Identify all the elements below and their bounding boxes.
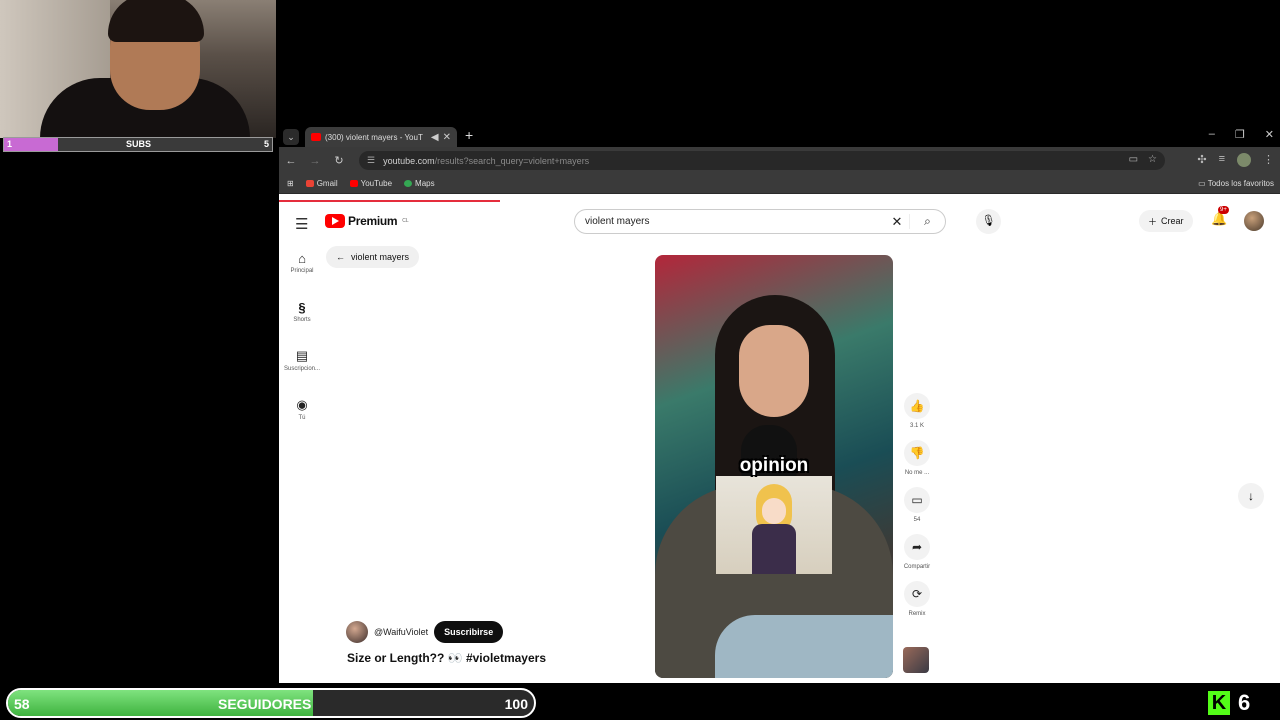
search-query: violent mayers bbox=[585, 216, 650, 227]
like-icon: 👍 bbox=[904, 393, 930, 419]
dislike-button[interactable]: 👎 No me ... bbox=[897, 440, 937, 478]
kick-viewer-count: K 6 bbox=[1208, 690, 1250, 716]
browser-toolbar: ← → ↻ ☰ youtube.com/results?search_query… bbox=[279, 147, 1280, 174]
minimize-button[interactable]: – bbox=[1209, 128, 1215, 141]
share-button[interactable]: ➦ Compartir bbox=[897, 534, 937, 572]
restore-button[interactable]: ❐ bbox=[1235, 128, 1245, 141]
back-to-search-chip[interactable]: ← violent mayers bbox=[326, 246, 420, 268]
comments-button[interactable]: ▭ 54 bbox=[897, 487, 937, 525]
voice-search-mic-icon[interactable]: 🎙 bbox=[976, 209, 1001, 234]
folder-icon: ▭ bbox=[1198, 179, 1208, 188]
browser-window: ⌄ (300) violent mayers - YouT ◀ ✕ + – ❐ … bbox=[279, 126, 1280, 683]
window-controls: – ❐ ✕ bbox=[1209, 128, 1274, 141]
tab-search-dropdown[interactable]: ⌄ bbox=[283, 129, 299, 145]
bookmark-youtube[interactable]: YouTube bbox=[349, 179, 392, 188]
channel-avatar[interactable] bbox=[346, 621, 368, 643]
sidebar-item-home[interactable]: ⌂ Principal bbox=[279, 251, 325, 274]
bookmark-maps[interactable]: Maps bbox=[404, 179, 435, 188]
youtube-play-icon bbox=[325, 214, 345, 228]
plus-icon: ＋ bbox=[1148, 216, 1158, 227]
clear-search-icon[interactable]: ✕ bbox=[885, 214, 909, 230]
tab-title: (300) violent mayers - YouT bbox=[325, 132, 423, 142]
followers-goal-bar: 58 SEGUIDORES 100 bbox=[6, 688, 536, 718]
bookmark-gmail[interactable]: Gmail bbox=[305, 179, 338, 188]
shorts-actions: 👍 3.1 K 👎 No me ... ▭ 54 ➦ Compartir ⟳ R… bbox=[897, 393, 937, 628]
like-button[interactable]: 👍 3.1 K bbox=[897, 393, 937, 431]
account-avatar[interactable] bbox=[1244, 211, 1264, 231]
video-title: Size or Length?? 👀 #violetmayers bbox=[347, 651, 546, 665]
channel-info: @WaifuViolet Suscribirse bbox=[346, 621, 504, 643]
subscriptions-icon: ▤ bbox=[295, 348, 309, 363]
page-load-progress bbox=[279, 200, 500, 202]
kick-logo-icon: K bbox=[1208, 691, 1230, 715]
you-icon: ◉ bbox=[296, 397, 308, 412]
video-caption: opinion bbox=[739, 455, 809, 476]
subs-label: SUBS bbox=[126, 139, 152, 149]
address-bar[interactable]: ☰ youtube.com/results?search_query=viole… bbox=[359, 151, 1165, 170]
new-tab-button[interactable]: + bbox=[465, 127, 473, 143]
apps-icon[interactable]: ⊞ bbox=[287, 179, 294, 188]
bookmarks-bar: ⊞ Gmail YouTube Maps ▭ Todos los favorit… bbox=[279, 174, 1280, 194]
home-icon: ⌂ bbox=[298, 251, 306, 266]
shorts-video-player[interactable]: opinion bbox=[655, 255, 893, 678]
url-text: youtube.com/results?search_query=violent… bbox=[383, 155, 590, 166]
gmail-icon bbox=[305, 180, 314, 187]
search-input[interactable]: violent mayers ✕ ⌕ bbox=[574, 209, 946, 234]
tab-close-icon[interactable]: ✕ bbox=[443, 132, 451, 143]
maps-icon bbox=[404, 180, 413, 187]
comment-icon: ▭ bbox=[904, 487, 930, 513]
followers-label: SEGUIDORES bbox=[218, 696, 312, 712]
next-video-arrow-icon[interactable]: ↓ bbox=[1238, 483, 1264, 509]
notifications-bell-icon[interactable]: 🔔 9+ bbox=[1211, 206, 1229, 227]
shorts-icon: § bbox=[298, 300, 306, 315]
create-button[interactable]: ＋ Crear bbox=[1139, 210, 1193, 232]
hamburger-menu-icon[interactable]: ☰ bbox=[295, 215, 308, 233]
sidebar-item-you[interactable]: ◉ Tú bbox=[279, 397, 325, 421]
webcam-feed bbox=[0, 0, 276, 138]
subs-current: 1 bbox=[7, 139, 13, 149]
bookmark-star-icon[interactable]: ☆ bbox=[1148, 154, 1157, 165]
install-icon[interactable]: ▭ bbox=[1129, 154, 1138, 165]
site-info-icon[interactable]: ☰ bbox=[367, 155, 375, 166]
reload-icon[interactable]: ↻ bbox=[327, 154, 351, 167]
screen: 1 SUBS 5 ⌄ (300) violent mayers - YouT ◀… bbox=[0, 0, 1280, 720]
active-tab[interactable]: (300) violent mayers - YouT ◀ ✕ bbox=[305, 127, 457, 147]
viewer-count: 6 bbox=[1238, 690, 1251, 715]
arrow-left-icon: ← bbox=[336, 252, 345, 262]
notification-badge: 9+ bbox=[1218, 206, 1229, 214]
extensions-icon[interactable]: ✣ bbox=[1197, 153, 1206, 167]
subs-progress-fill bbox=[4, 138, 58, 151]
back-icon[interactable]: ← bbox=[279, 155, 303, 167]
tab-strip: ⌄ (300) violent mayers - YouT ◀ ✕ + – ❐ … bbox=[279, 126, 1280, 147]
speaker-icon[interactable]: ◀ bbox=[431, 132, 439, 143]
subs-goal: 5 bbox=[263, 139, 269, 149]
anime-sticker-image bbox=[716, 476, 832, 574]
subs-goal-bar: 1 SUBS 5 bbox=[3, 137, 273, 152]
sidebar-item-subscriptions[interactable]: ▤ Suscripcion... bbox=[279, 348, 325, 372]
followers-goal: 100 bbox=[504, 696, 528, 712]
search-icon[interactable]: ⌕ bbox=[909, 214, 945, 229]
tab-search-icon[interactable]: ≡ bbox=[1219, 153, 1225, 167]
subscribe-button[interactable]: Suscribirse bbox=[434, 621, 504, 643]
sidebar-item-shorts[interactable]: § Shorts bbox=[279, 300, 325, 323]
share-icon: ➦ bbox=[904, 534, 930, 560]
followers-current: 58 bbox=[14, 696, 30, 712]
forward-icon[interactable]: → bbox=[303, 155, 327, 167]
all-bookmarks[interactable]: ▭ Todos los favoritos bbox=[1198, 179, 1274, 188]
remix-button[interactable]: ⟳ Remix bbox=[897, 581, 937, 619]
close-window-button[interactable]: ✕ bbox=[1265, 128, 1274, 141]
audio-source-thumbnail[interactable] bbox=[903, 647, 929, 673]
youtube-page: ☰ Premium CL violent mayers ✕ ⌕ 🎙 ＋ Crear … bbox=[279, 203, 1280, 683]
dislike-icon: 👎 bbox=[904, 440, 930, 466]
youtube-icon bbox=[349, 180, 358, 187]
remix-icon: ⟳ bbox=[904, 581, 930, 607]
youtube-favicon-icon bbox=[311, 133, 321, 141]
profile-avatar[interactable] bbox=[1237, 153, 1251, 167]
channel-name[interactable]: @WaifuViolet bbox=[374, 627, 428, 637]
menu-icon[interactable]: ⋮ bbox=[1263, 153, 1274, 167]
youtube-premium-logo[interactable]: Premium CL bbox=[325, 214, 409, 228]
